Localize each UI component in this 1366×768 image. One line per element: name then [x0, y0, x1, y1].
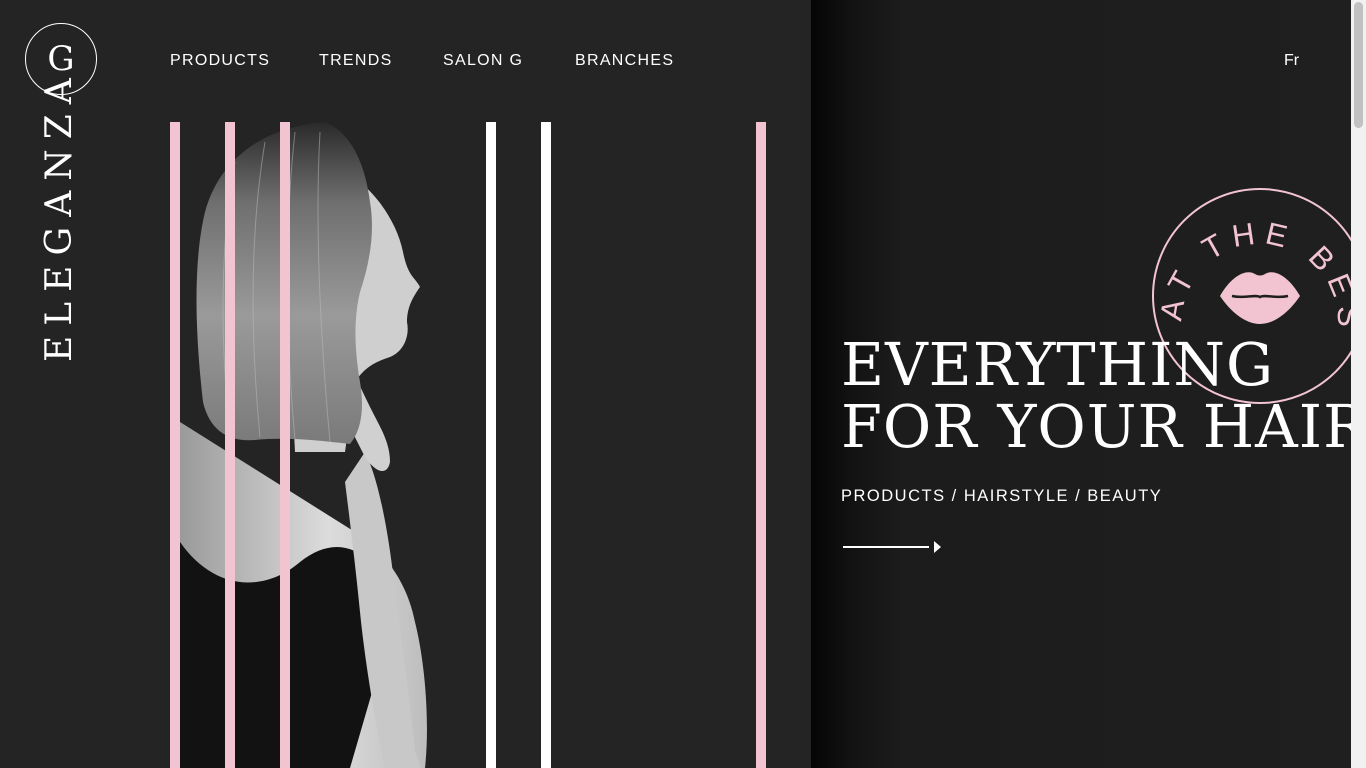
nav-item-products[interactable]: PRODUCTS: [170, 50, 270, 72]
hero-title-line-2: FOR YOUR HAIR: [841, 392, 1366, 461]
hero-title: EVERYTHING FOR YOUR HAIR: [841, 334, 1366, 458]
decorative-stripe: [486, 122, 496, 768]
nav-item-branches[interactable]: BRANCHES: [575, 50, 674, 72]
page-scrollbar[interactable]: [1351, 0, 1366, 768]
brand-name-vertical: ELEGANZA: [39, 68, 80, 362]
arrow-right-icon[interactable]: [843, 540, 943, 554]
decorative-stripe: [541, 122, 551, 768]
nav-item-trends[interactable]: TRENDS: [319, 50, 393, 72]
nav-item-salon-g[interactable]: SALON G: [443, 50, 523, 72]
language-switch[interactable]: Fr: [1284, 50, 1299, 72]
scrollbar-thumb[interactable]: [1354, 2, 1363, 128]
lips-icon: [1220, 272, 1300, 324]
decorative-stripe: [280, 122, 290, 768]
decorative-stripe: [225, 122, 235, 768]
decorative-stripe: [756, 122, 766, 768]
model-image: [180, 122, 427, 768]
decorative-stripe: [170, 122, 180, 768]
hero-subtitle: PRODUCTS / HAIRSTYLE / BEAUTY: [841, 487, 1163, 505]
hero-title-line-1: EVERYTHING: [841, 330, 1275, 399]
